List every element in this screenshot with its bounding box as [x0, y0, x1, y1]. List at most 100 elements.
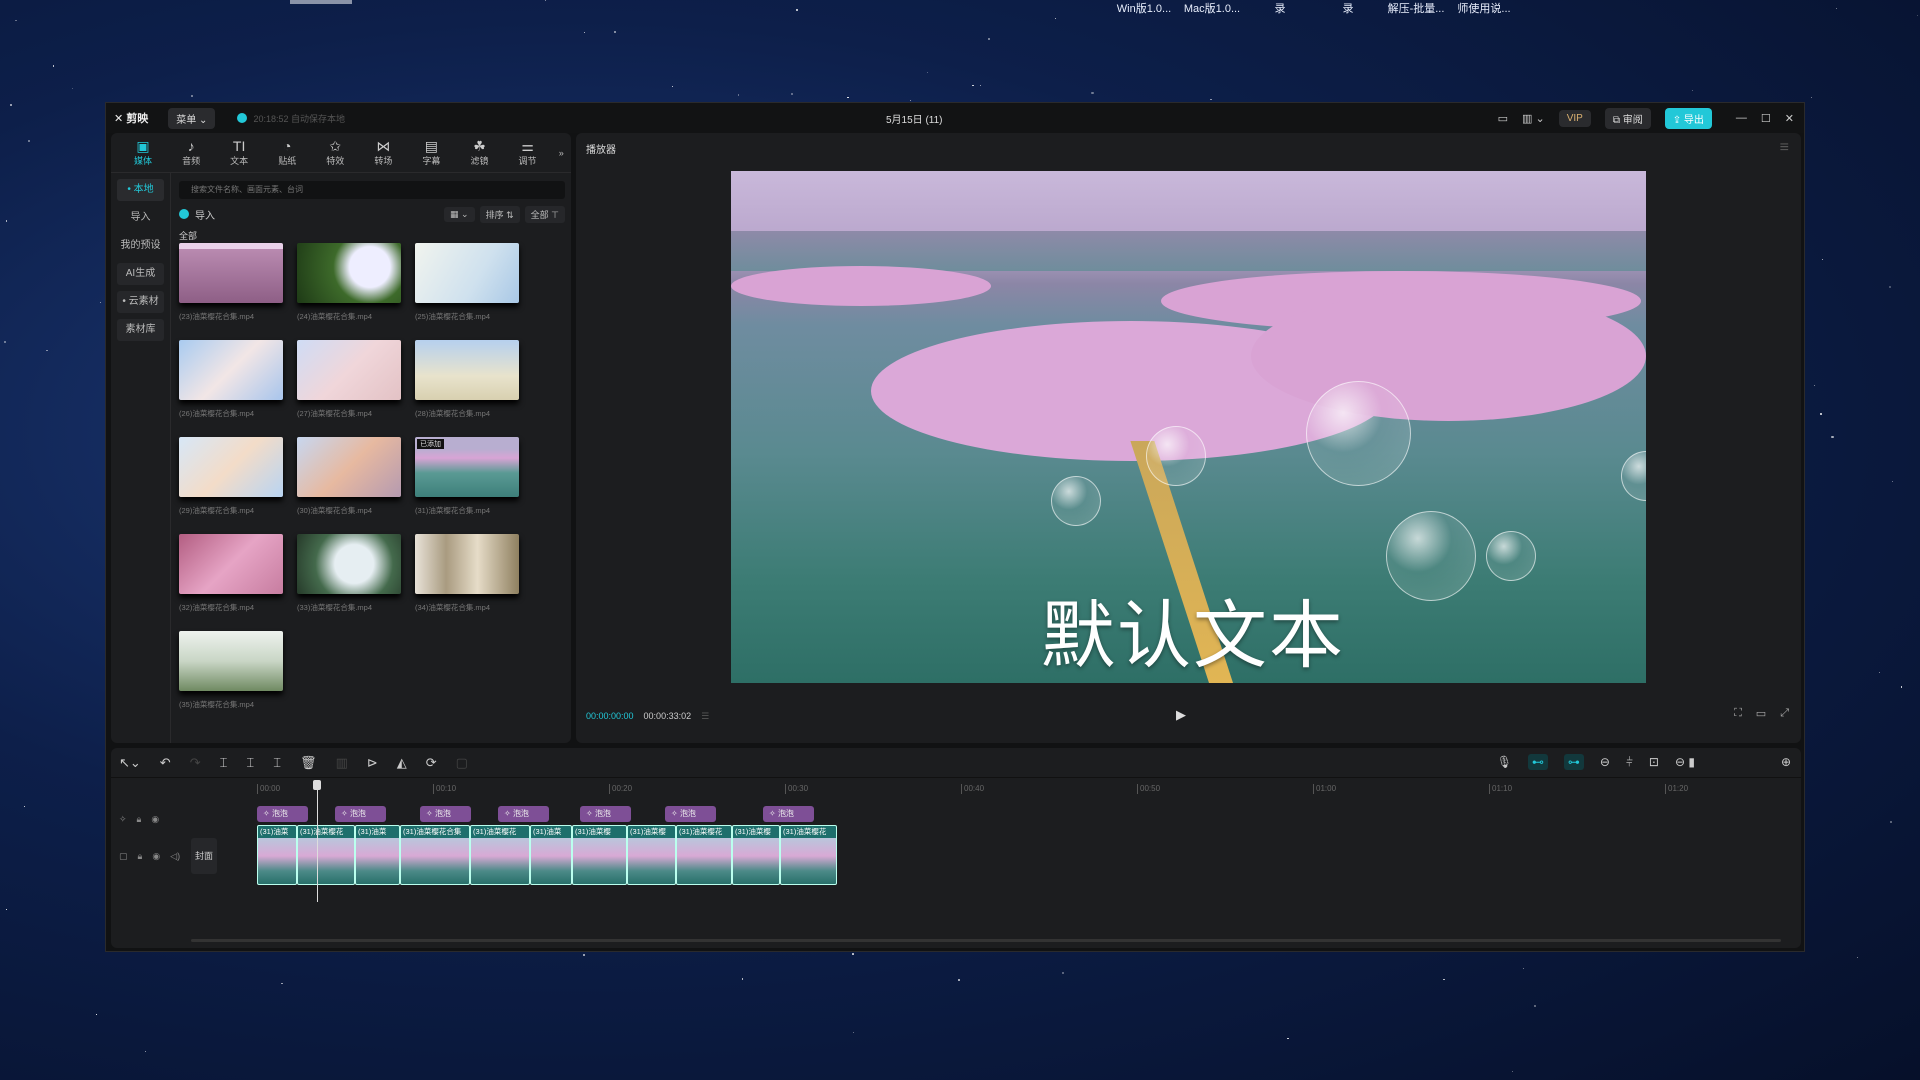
lock-icon[interactable]: 🔒︎ [137, 814, 142, 825]
tab-adjust[interactable]: ⚌ 调节 [504, 138, 552, 167]
close-button[interactable]: ✕ [1785, 112, 1794, 125]
media-item[interactable]: (30)油菜樱花合集.mp4 [297, 437, 401, 534]
zoom-fit-icon[interactable]: ⛶ [1734, 707, 1742, 720]
video-preview[interactable]: 默认文本 [731, 171, 1646, 683]
media-item[interactable]: (28)油菜樱花合集.mp4 [415, 340, 519, 437]
video-clip[interactable]: (31)油菜樱花 [780, 825, 837, 885]
media-thumbnail[interactable] [179, 631, 283, 691]
media-thumbnail[interactable] [297, 243, 401, 303]
zoom-in-icon[interactable]: ⊕ [1781, 755, 1791, 769]
media-item[interactable]: (34)油菜樱花合集.mp4 [415, 534, 519, 631]
media-item[interactable]: (27)油菜樱花合集.mp4 [297, 340, 401, 437]
select-tool-icon[interactable]: ↖⌄ [119, 755, 141, 771]
time-ruler[interactable]: 00:00 00:10 00:20 00:30 00:40 00:50 01:00 01:10… [111, 778, 1801, 800]
main-track-magnet-icon[interactable]: ⊷ [1527, 754, 1548, 770]
delete-icon[interactable]: 🗑 [300, 755, 317, 771]
media-thumbnail[interactable] [415, 243, 519, 303]
sidebar-item-ai[interactable]: AI生成 [117, 263, 164, 285]
desktop-shortcut[interactable]: 录 [1314, 0, 1382, 16]
sidebar-item-library[interactable]: 素材库 [117, 319, 164, 341]
video-clip[interactable]: (31)油菜樱花 [676, 825, 732, 885]
tab-subtitle[interactable]: ▤ 字幕 [407, 138, 455, 167]
effect-clip-bubble[interactable]: ✧ 泡泡 [580, 806, 631, 822]
preview-axis-icon[interactable]: ⫩ [1626, 755, 1633, 770]
media-thumbnail[interactable] [179, 437, 283, 497]
mirror-icon[interactable]: ◭ [397, 755, 407, 771]
desktop-shortcut[interactable]: 解压-批量... [1382, 0, 1450, 16]
media-thumbnail[interactable]: 已添加 [415, 437, 519, 497]
video-clip[interactable]: (31)油菜樱花 [297, 825, 355, 885]
eye-icon[interactable]: ◉ [152, 851, 160, 862]
video-clip[interactable]: (31)油菜樱 [572, 825, 627, 885]
filter-button[interactable]: 全部 ⊤ [524, 205, 565, 223]
media-thumbnail[interactable] [179, 243, 283, 303]
tab-text[interactable]: TI 文本 [215, 138, 263, 167]
more-tabs-button[interactable]: » [552, 148, 571, 158]
media-thumbnail[interactable] [179, 534, 283, 594]
video-clip[interactable]: (31)油菜 [530, 825, 572, 885]
video-clip[interactable]: (31)油菜 [257, 825, 297, 885]
view-toggle[interactable]: ▦ ⌄ [444, 206, 475, 222]
split-icon[interactable]: ⌶ [220, 755, 228, 771]
video-clip[interactable]: (31)油菜樱花合集 [400, 825, 470, 885]
audio-icon[interactable]: ◁) [170, 851, 180, 862]
effect-clip-bubble[interactable]: ✧ 泡泡 [257, 806, 308, 822]
split-left-icon[interactable]: ⌶ [246, 755, 254, 771]
menu-icon[interactable]: ≡ [1780, 139, 1789, 157]
timecode-menu-icon[interactable]: ☰ [701, 711, 709, 722]
effect-clip-bubble[interactable]: ✧ 泡泡 [665, 806, 716, 822]
sidebar-item-presets[interactable]: 我的预设 [117, 235, 164, 257]
ratio-button[interactable]: ▭ [1756, 707, 1766, 720]
link-icon[interactable]: ⊖ [1600, 755, 1610, 769]
media-thumbnail[interactable] [297, 534, 401, 594]
media-item[interactable]: (33)油菜樱花合集.mp4 [297, 534, 401, 631]
video-clip[interactable]: (31)油菜樱 [627, 825, 676, 885]
effect-clip-bubble[interactable]: ✧ 泡泡 [498, 806, 549, 822]
desktop-shortcut[interactable]: 师使用说... [1450, 0, 1518, 16]
shortcut-icon[interactable]: ▭ [1498, 112, 1508, 125]
tab-sticker[interactable]: ◔ 贴纸 [263, 138, 311, 167]
media-item[interactable]: (26)油菜樱花合集.mp4 [179, 340, 283, 437]
crop-icon[interactable]: ▢ [456, 755, 468, 771]
tab-audio[interactable]: ♪ 音频 [167, 138, 215, 167]
vip-button[interactable]: VIP [1558, 109, 1591, 127]
sidebar-item-cloud[interactable]: • 云素材 [117, 291, 164, 313]
zoom-out-icon[interactable]: ⊖ ▮ [1675, 755, 1695, 769]
media-item[interactable]: (25)油菜樱花合集.mp4 [415, 243, 519, 340]
auto-snap-icon[interactable]: ⊶ [1563, 754, 1584, 770]
play-button[interactable]: ▶ [1176, 707, 1186, 723]
rotate-icon[interactable]: ⟳ [426, 755, 437, 771]
desktop-shortcut[interactable]: 录 [1246, 0, 1314, 16]
fullscreen-icon[interactable]: ⤢ [1780, 707, 1789, 720]
caption-text[interactable]: 默认文本 [1041, 576, 1345, 683]
maximize-button[interactable]: ☐ [1761, 112, 1771, 125]
video-clip[interactable]: (31)油菜樱花 [470, 825, 530, 885]
search-input[interactable] [179, 181, 565, 199]
cover-button[interactable]: 封面 [191, 838, 217, 874]
redo-icon[interactable]: ↷ [190, 755, 201, 771]
sort-button[interactable]: 排序 ⇅ [479, 205, 520, 223]
export-button[interactable]: ⇪ 导出 [1664, 107, 1712, 129]
media-thumbnail[interactable] [415, 340, 519, 400]
fit-timeline-icon[interactable]: ⊡ [1649, 755, 1659, 769]
playhead[interactable] [313, 780, 321, 902]
media-item[interactable]: (29)油菜樱花合集.mp4 [179, 437, 283, 534]
effect-clip-bubble[interactable]: ✧ 泡泡 [763, 806, 814, 822]
sidebar-item-import[interactable]: 导入 [117, 207, 164, 229]
tab-media[interactable]: ▣ 媒体 [119, 138, 167, 167]
media-thumbnail[interactable] [297, 437, 401, 497]
timeline-scrollbar[interactable] [191, 939, 1781, 942]
import-button[interactable]: 导入 [195, 207, 215, 222]
tab-filter[interactable]: ☘ 滤镜 [455, 138, 503, 167]
media-thumbnail[interactable] [297, 340, 401, 400]
import-icon[interactable] [179, 209, 189, 219]
layout-icon[interactable]: ▥ ⌄ [1522, 112, 1545, 125]
tab-transition[interactable]: ⋈ 转场 [359, 138, 407, 167]
media-thumbnail[interactable] [415, 534, 519, 594]
media-item[interactable]: (24)油菜樱花合集.mp4 [297, 243, 401, 340]
sidebar-item-local[interactable]: • 本地 [117, 179, 164, 201]
video-clip[interactable]: (31)油菜樱 [732, 825, 780, 885]
reverse-icon[interactable]: ⊳ [367, 755, 378, 771]
tab-effects[interactable]: ✩ 特效 [311, 138, 359, 167]
effect-clip-bubble[interactable]: ✧ 泡泡 [335, 806, 386, 822]
